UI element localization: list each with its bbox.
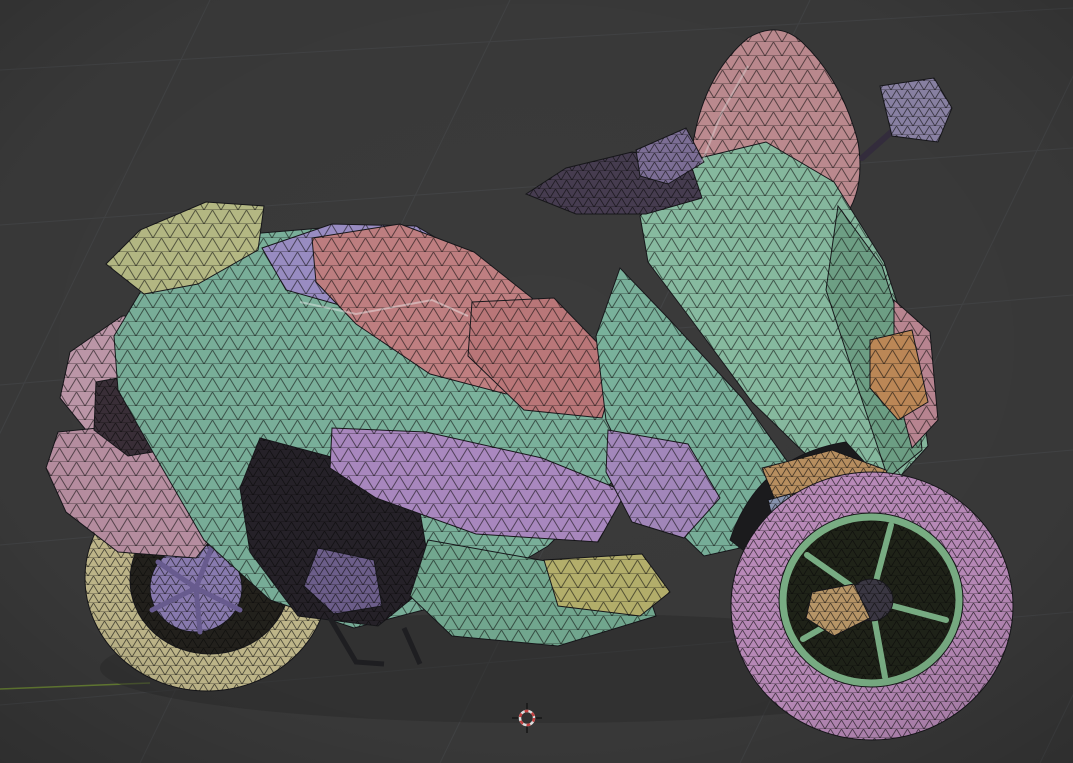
blender-3d-viewport[interactable] — [0, 0, 1073, 763]
viewport-canvas — [0, 0, 1073, 763]
